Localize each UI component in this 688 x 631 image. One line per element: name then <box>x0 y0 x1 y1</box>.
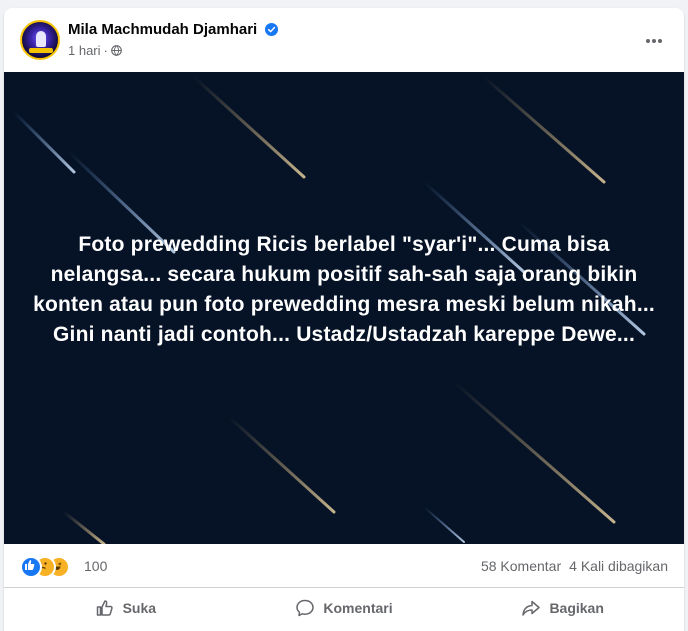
engagement-counts: 58 Komentar 4 Kali dibagikan <box>481 558 668 574</box>
thumb-glyph <box>25 560 35 570</box>
comment-count[interactable]: 58 Komentar <box>481 558 561 574</box>
post-actions: Suka Komentari Bagikan <box>16 590 672 626</box>
globe-icon[interactable] <box>111 45 122 56</box>
share-button[interactable]: Bagikan <box>453 590 672 626</box>
post-meta: 1 hari · <box>68 43 122 58</box>
share-label: Bagikan <box>549 600 604 616</box>
avatar-base <box>29 48 53 53</box>
reaction-count[interactable]: 100 <box>84 558 107 574</box>
like-reaction-icon <box>20 556 42 578</box>
post-header: Mila Machmudah Djamhari 1 hari · <box>4 8 684 72</box>
comment-label: Komentari <box>323 600 393 616</box>
comment-bubble-icon <box>296 599 315 617</box>
comment-button[interactable]: Komentari <box>235 590 454 626</box>
share-count[interactable]: 4 Kali dibagikan <box>569 558 668 574</box>
verified-badge-icon <box>265 23 279 36</box>
author-line: Mila Machmudah Djamhari <box>68 21 279 38</box>
more-options-icon[interactable] <box>644 31 664 51</box>
meta-separator: · <box>103 43 108 58</box>
post-image-caption: Foto prewedding Ricis berlabel "syar'i".… <box>33 233 655 346</box>
author-name[interactable]: Mila Machmudah Djamhari <box>68 21 257 38</box>
more-dots-glyph <box>646 39 662 43</box>
post-card: Mila Machmudah Djamhari 1 hari · Foto pr… <box>4 8 684 631</box>
like-button[interactable]: Suka <box>16 590 235 626</box>
post-time[interactable]: 1 hari <box>68 43 101 58</box>
post-image[interactable]: Foto prewedding Ricis berlabel "syar'i".… <box>4 72 684 544</box>
avatar[interactable] <box>20 20 60 60</box>
like-label: Suka <box>122 600 157 616</box>
share-arrow-icon <box>522 600 541 616</box>
avatar-figure <box>36 31 46 47</box>
thumbs-up-icon <box>96 600 113 616</box>
post-stats-bar: 100 58 Komentar 4 Kali dibagikan <box>4 544 684 588</box>
